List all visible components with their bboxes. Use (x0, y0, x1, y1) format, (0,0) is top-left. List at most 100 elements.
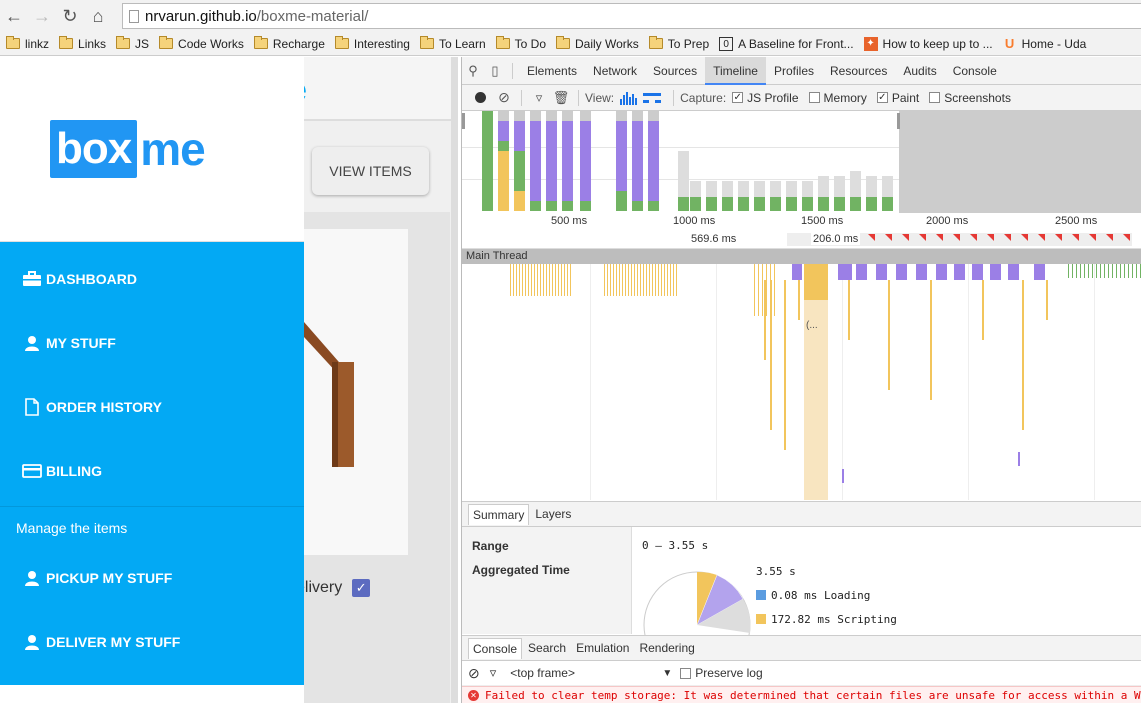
trash-icon[interactable]: 🗑 (550, 84, 572, 112)
overview-bar-painting (616, 191, 627, 211)
overview-right-handle[interactable] (897, 113, 900, 129)
flame-task (784, 280, 786, 450)
paint-checkbox[interactable]: ✓ Paint (876, 91, 919, 105)
sidebar-item-billing[interactable]: BILLING (22, 462, 102, 480)
overview-bar-painting (498, 141, 509, 151)
tab-network[interactable]: Network (585, 57, 645, 85)
tab-drawer-rendering[interactable]: Rendering (635, 638, 698, 658)
bookmark-to-prep[interactable]: To Prep (648, 36, 709, 51)
main-thread-header[interactable]: Main Thread (462, 249, 1141, 264)
tab-sources[interactable]: Sources (645, 57, 705, 85)
screenshots-checkbox[interactable]: Screenshots (929, 91, 1011, 105)
sidebar-logo-area: box me (0, 57, 304, 242)
inspect-icon[interactable]: ⚲ (462, 57, 484, 85)
bookmark-daily-works[interactable]: Daily Works (556, 36, 639, 51)
tab-summary[interactable]: Summary (468, 503, 530, 525)
sidebar-item-order-history[interactable]: ORDER HISTORY (22, 398, 162, 416)
bookmark-baseline[interactable]: 0A Baseline for Front... (719, 36, 854, 51)
dropped-frame-marker (885, 234, 892, 241)
tab-layers[interactable]: Layers (531, 504, 575, 524)
sidebar-item-my-stuff[interactable]: MY STUFF (22, 334, 116, 352)
record-icon[interactable] (475, 92, 486, 103)
drawer-tab-bar: Console Search Emulation Rendering (462, 635, 1141, 661)
filter-icon[interactable]: ▿ (528, 84, 550, 112)
bookmark-recharge[interactable]: Recharge (253, 36, 325, 51)
dropped-frame-marker (987, 234, 994, 241)
url-path: /boxme-material/ (256, 7, 369, 25)
overview-left-handle[interactable] (462, 113, 465, 129)
flame-task (637, 264, 638, 296)
bookmark-linkz[interactable]: linkz (6, 36, 49, 51)
tab-drawer-console[interactable]: Console (468, 637, 523, 659)
filter-icon[interactable]: ▿ (490, 665, 497, 681)
tab-audits[interactable]: Audits (895, 57, 944, 85)
flame-task (1104, 264, 1105, 278)
dropped-frame-marker (902, 234, 909, 241)
sidebar-item-deliver[interactable]: DELIVER MY STUFF (22, 633, 180, 651)
folder-icon (116, 36, 131, 49)
flame-task-rendering (916, 264, 927, 280)
tab-profiles[interactable]: Profiles (766, 57, 822, 85)
bookmark-udacity[interactable]: U Home - Uda (1003, 36, 1086, 51)
view-bars-icon[interactable] (620, 91, 638, 105)
overview-bar-painting (786, 197, 797, 211)
view-items-button[interactable]: VIEW ITEMS (312, 147, 429, 195)
user-icon (22, 334, 42, 352)
clear-console-icon[interactable]: ⊘ (468, 665, 480, 682)
bookmark-to-learn[interactable]: To Learn (419, 36, 486, 51)
bookmark-js[interactable]: JS (116, 36, 149, 51)
timeline-overview[interactable] (462, 111, 1141, 213)
tab-elements[interactable]: Elements (519, 57, 585, 85)
delivery-checkbox[interactable]: ✓ (352, 579, 371, 597)
overview-bar-painting (690, 197, 701, 211)
sidebar-item-pickup[interactable]: PICKUP MY STUFF (22, 569, 172, 587)
flame-task (770, 280, 772, 430)
bookmark-to-do[interactable]: To Do (495, 36, 546, 51)
range-label: Range (472, 539, 509, 553)
site-scrollbar[interactable] (451, 57, 458, 703)
nav-divider (0, 506, 304, 507)
bookmark-links[interactable]: Links (59, 36, 106, 51)
flame-chart[interactable]: (... (462, 264, 1141, 500)
flame-task (1108, 264, 1109, 278)
flame-task-rendering (954, 264, 965, 280)
flame-task (643, 264, 644, 296)
timeline-toolbar: ⊘ ▿ 🗑 View: Capture: ✓ JS Profile Memory … (462, 85, 1141, 111)
loading-time: 0.08 ms Loading (771, 589, 871, 602)
overview-bar-painting (706, 197, 717, 211)
overview-bar-rendering (514, 121, 525, 151)
address-bar[interactable]: nrvarun.github.io/boxme-material/ (122, 3, 1141, 29)
clear-icon[interactable]: ⊘ (493, 84, 515, 112)
flame-task (622, 264, 623, 296)
memory-checkbox[interactable]: Memory (808, 91, 867, 105)
bookmark-keep-up[interactable]: ✦ How to keep up to ... (863, 36, 993, 51)
flame-task-rendering (990, 264, 1001, 280)
tab-drawer-emulation[interactable]: Emulation (572, 638, 633, 658)
view-flame-icon[interactable] (643, 92, 662, 103)
bookmark-code-works[interactable]: Code Works (159, 36, 244, 51)
sidebar-item-dashboard[interactable]: DASHBOARD (22, 270, 137, 288)
folder-icon (159, 36, 174, 49)
flame-task (631, 264, 632, 296)
tab-timeline[interactable]: Timeline (705, 56, 766, 85)
flame-task (774, 264, 775, 316)
home-icon[interactable]: ⌂ (84, 2, 112, 30)
back-arrow-icon[interactable]: ← (0, 2, 28, 30)
flame-task (1080, 264, 1081, 278)
overview-bar-painting (754, 197, 765, 211)
device-mode-icon[interactable]: ▯ (484, 57, 506, 85)
reload-icon[interactable]: ↻ (56, 2, 84, 30)
bookmark-interesting[interactable]: Interesting (334, 36, 410, 51)
boxme-logo[interactable]: box me (50, 120, 206, 178)
tab-console[interactable]: Console (945, 57, 1005, 85)
frame-select[interactable]: <top frame> ▼ (510, 666, 680, 680)
preserve-log-checkbox[interactable]: Preserve log (680, 666, 763, 680)
tab-resources[interactable]: Resources (822, 57, 895, 85)
folder-icon (253, 36, 268, 49)
js-profile-checkbox[interactable]: ✓ JS Profile (732, 91, 799, 105)
forward-arrow-icon[interactable]: → (28, 2, 56, 30)
tab-drawer-search[interactable]: Search (524, 638, 570, 658)
time-ruler: 500 ms 1000 ms 1500 ms 2000 ms 2500 ms 5… (462, 213, 1141, 249)
flame-task-rendering (792, 264, 802, 280)
nav-subheader: Manage the items (16, 520, 128, 536)
